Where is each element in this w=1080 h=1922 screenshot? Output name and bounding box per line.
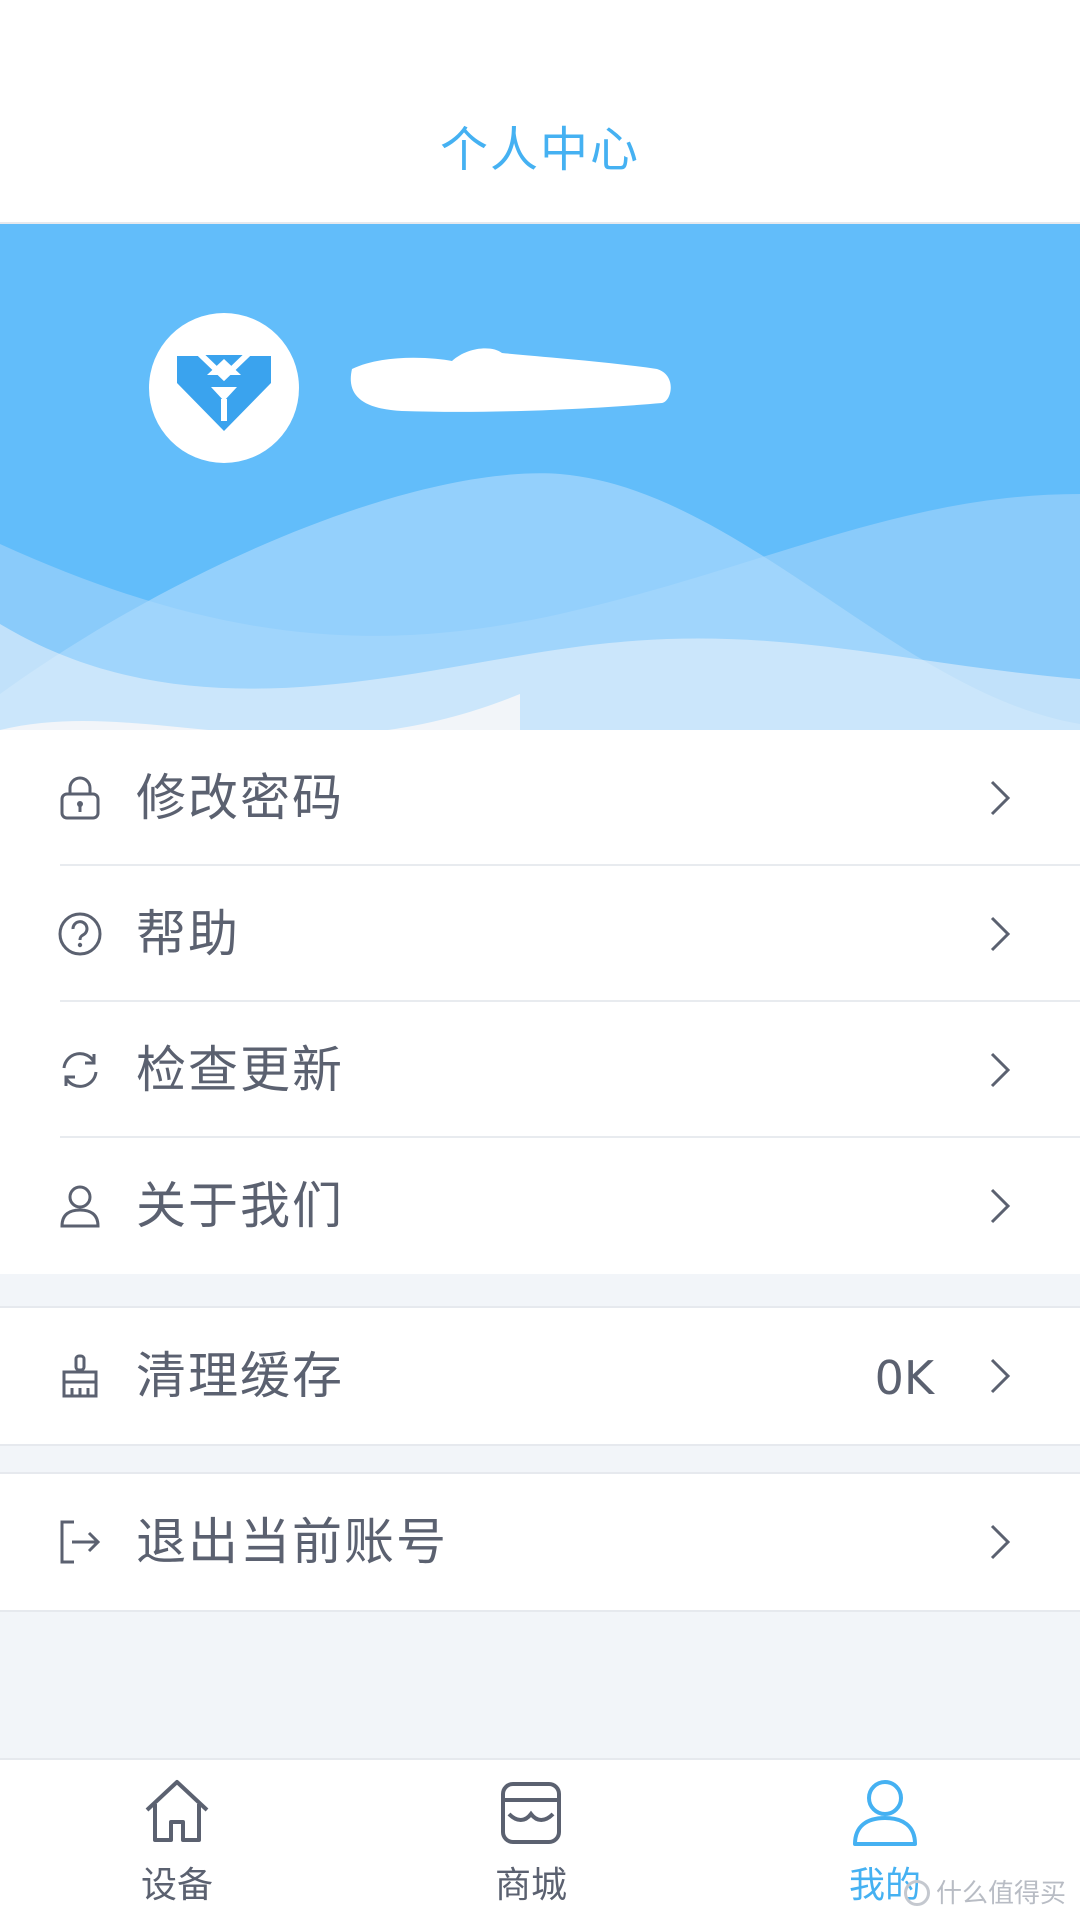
menu-item-about-us[interactable]: 关于我们: [0, 1138, 1080, 1274]
username-redacted: [350, 348, 671, 412]
settings-group-cache: 清理缓存 0K: [0, 1306, 1080, 1446]
watermark-logo-icon: [903, 1880, 930, 1906]
chevron-right-icon: [990, 1188, 1011, 1224]
app-logo-icon: [177, 350, 271, 431]
tab-label: 商城: [494, 1865, 567, 1906]
profile-banner: [0, 224, 1080, 730]
lock-icon: [60, 776, 100, 820]
user-icon: [60, 1185, 100, 1228]
avatar[interactable]: [149, 313, 299, 463]
refresh-icon: [62, 1052, 98, 1088]
app-header: 个人中心: [0, 0, 1080, 224]
page-title: 个人中心: [439, 122, 640, 178]
user-icon: [853, 1780, 917, 1846]
watermark: 什么值得买: [903, 1873, 1066, 1910]
menu-item-logout[interactable]: 退出当前账号: [0, 1474, 1080, 1610]
menu-label: 检查更新: [136, 1041, 344, 1099]
broom-icon: [62, 1354, 98, 1398]
store-icon: [501, 1782, 561, 1844]
wave-decoration: [0, 473, 1080, 730]
menu-label: 帮助: [136, 905, 240, 963]
watermark-text: 什么值得买: [935, 1879, 1066, 1909]
menu-item-clear-cache[interactable]: 清理缓存 0K: [0, 1308, 1080, 1444]
chevron-right-icon: [990, 1052, 1011, 1088]
tab-devices[interactable]: 设备: [77, 1760, 277, 1922]
tab-store[interactable]: 商城: [431, 1760, 631, 1922]
menu-label: 清理缓存: [136, 1347, 344, 1405]
menu-item-change-password[interactable]: 修改密码: [0, 730, 1080, 866]
logout-icon: [60, 1520, 101, 1564]
menu-label: 退出当前账号: [136, 1513, 448, 1571]
chevron-right-icon: [990, 780, 1011, 816]
home-icon: [145, 1780, 209, 1842]
menu-label: 修改密码: [136, 769, 344, 827]
menu-label: 关于我们: [136, 1177, 344, 1235]
menu-item-check-update[interactable]: 检查更新: [0, 1002, 1080, 1138]
chevron-right-icon: [990, 916, 1011, 952]
bottom-tab-bar: 设备 商城 我的 什么值得买: [0, 1758, 1080, 1922]
menu-item-help[interactable]: 帮助: [0, 866, 1080, 1002]
chevron-right-icon: [990, 1524, 1011, 1560]
chevron-right-icon: [990, 1358, 1011, 1394]
settings-group-account: 退出当前账号: [0, 1472, 1080, 1612]
cache-size-value: 0K: [874, 1351, 934, 1405]
settings-group-main: 修改密码 帮助 检查更新 关于我们: [0, 730, 1080, 1274]
question-circle-icon: [58, 912, 102, 956]
tab-label: 设备: [140, 1865, 213, 1906]
